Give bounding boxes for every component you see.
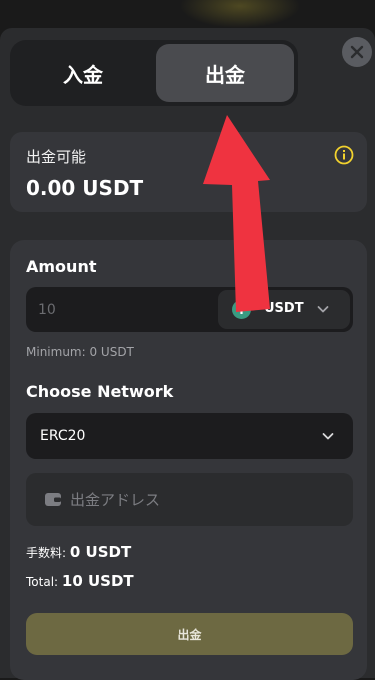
network-label: Choose Network xyxy=(26,382,174,401)
network-value: ERC20 xyxy=(40,428,86,444)
amount-input[interactable] xyxy=(38,287,208,332)
tab-withdraw[interactable]: 出金 xyxy=(156,44,294,102)
withdraw-submit-button[interactable]: 出金 xyxy=(26,613,353,655)
close-button[interactable] xyxy=(342,37,372,67)
info-icon[interactable] xyxy=(334,145,354,165)
currency-label: USDT xyxy=(264,301,304,316)
tab-switcher: 入金 出金 xyxy=(10,40,298,106)
minimum-amount-text: Minimum: 0 USDT xyxy=(26,345,134,359)
wallet-icon xyxy=(45,493,61,506)
total-row: Total: 10 USDT xyxy=(26,572,134,590)
chevron-down-icon xyxy=(317,306,329,313)
fee-label: 手数料: xyxy=(26,546,67,560)
amount-label: Amount xyxy=(26,257,97,276)
close-icon xyxy=(350,45,364,59)
fee-row: 手数料: 0 USDT xyxy=(26,543,131,561)
address-field-container xyxy=(26,473,353,526)
amount-field-container: USDT xyxy=(26,287,353,332)
balance-label: 出金可能 xyxy=(26,148,87,166)
background-glow xyxy=(0,0,375,30)
fee-value: 0 USDT xyxy=(69,543,132,561)
total-value: 10 USDT xyxy=(61,572,134,590)
withdraw-address-input[interactable] xyxy=(70,473,340,526)
withdraw-form: Amount USDT Minimum: 0 USDT Choose Netwo… xyxy=(10,240,367,680)
currency-select[interactable]: USDT xyxy=(218,290,350,329)
tab-deposit[interactable]: 入金 xyxy=(14,44,152,102)
chevron-down-icon xyxy=(322,433,334,440)
tether-coin-icon xyxy=(232,300,251,319)
available-balance-card: 出金可能 0.00 USDT xyxy=(10,132,367,212)
balance-value: 0.00 USDT xyxy=(26,176,144,200)
network-select[interactable]: ERC20 xyxy=(26,413,353,459)
total-label: Total: xyxy=(26,575,59,589)
